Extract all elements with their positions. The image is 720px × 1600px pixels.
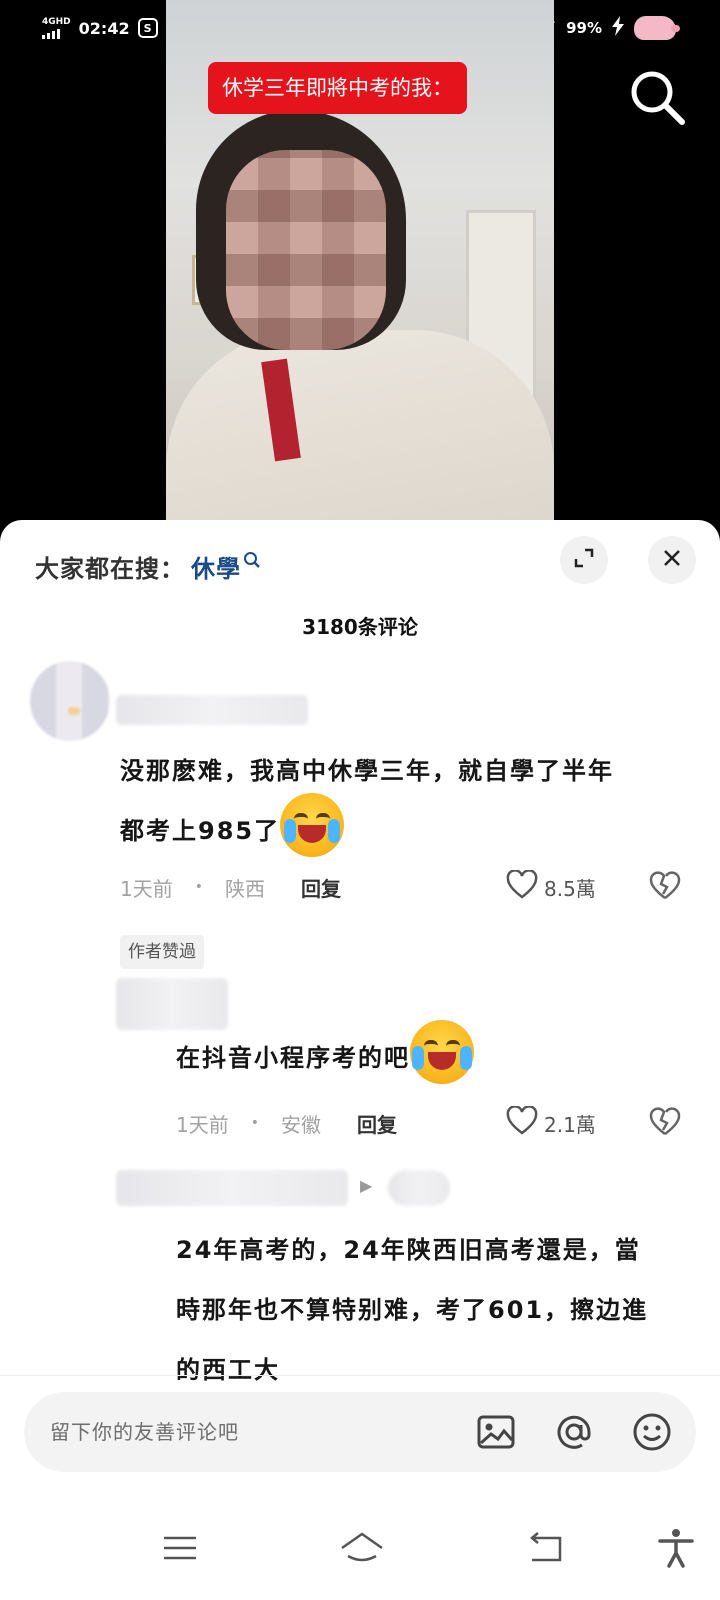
laughing-tears-emoji <box>410 1020 474 1084</box>
mention-icon[interactable] <box>552 1410 596 1454</box>
expand-button[interactable] <box>560 536 608 584</box>
comment-meta: 1天前 • 陕西 回复 <box>120 872 341 902</box>
reply-avatar-username-blurred[interactable] <box>116 978 228 1030</box>
hot-search[interactable]: 大家都在搜： 休學 <box>35 546 261 586</box>
network-type: 4GHD <box>42 16 71 27</box>
comment-count: 3180条评论 <box>302 615 418 639</box>
emoji-icon[interactable] <box>630 1410 674 1454</box>
comment-input-placeholder: 留下你的友善评论吧 <box>50 1420 239 1444</box>
like-button[interactable]: 8.5萬 <box>506 868 596 905</box>
search-small-icon <box>243 547 261 568</box>
comments-panel: 大家都在搜： 休學 3180条评论 没那麽难，我高中休學三年，就自學了半年 都考… <box>0 520 720 1600</box>
close-button[interactable] <box>648 536 696 584</box>
hot-search-label: 大家都在搜： <box>35 554 185 583</box>
like-count: 8.5萬 <box>544 876 596 901</box>
menu-icon[interactable] <box>158 1526 202 1570</box>
reply-target-blurred[interactable] <box>388 1170 450 1206</box>
comment-input[interactable]: 留下你的友善评论吧 <box>24 1392 696 1472</box>
video-person-shirt <box>166 330 554 520</box>
comment-text: 在抖音小程序考的吧 <box>176 1020 474 1088</box>
back-icon[interactable] <box>524 1526 568 1570</box>
dislike-icon[interactable] <box>648 1106 682 1140</box>
comment-text: 没那麽难，我高中休學三年，就自學了半年 都考上985了 <box>120 741 614 861</box>
charging-icon <box>612 16 624 40</box>
comment-meta: 1天前 • 安徽 回复 <box>176 1108 397 1138</box>
image-icon[interactable] <box>474 1410 518 1454</box>
battery-percent: 99% <box>566 19 602 37</box>
clock: 02:42 <box>78 18 130 38</box>
close-icon <box>661 547 683 573</box>
reply-arrow-icon: ▶ <box>360 1176 373 1195</box>
reply-button[interactable]: 回复 <box>301 873 341 902</box>
pixelated-face <box>226 150 386 350</box>
pig-icon <box>634 16 680 40</box>
video-caption: 休学三年即將中考的我： <box>208 62 467 114</box>
comment-text: 24年高考的，24年陕西旧高考還是，當 時那年也不算特别难，考了601，擦边進 … <box>176 1236 649 1384</box>
dislike-icon[interactable] <box>648 870 682 904</box>
like-count: 2.1萬 <box>544 1112 596 1137</box>
search-icon[interactable] <box>626 66 690 130</box>
reply-button[interactable]: 回复 <box>357 1109 397 1138</box>
laughing-crying-emoji <box>280 793 345 857</box>
signal-icon: 4GHD <box>42 16 71 39</box>
author-liked-badge: 作者赞過 <box>120 935 204 969</box>
navigation-bar <box>0 1500 720 1600</box>
heart-icon <box>506 868 538 905</box>
username-blurred[interactable] <box>116 695 308 725</box>
avatar[interactable] <box>30 661 110 741</box>
s-icon: S <box>137 18 158 38</box>
home-icon[interactable] <box>338 1526 383 1570</box>
heart-icon <box>506 1104 538 1141</box>
hot-search-term[interactable]: 休學 <box>191 549 241 584</box>
like-button[interactable]: 2.1萬 <box>506 1104 596 1141</box>
accessibility-icon[interactable] <box>654 1526 698 1570</box>
reply-username-blurred[interactable] <box>116 1170 348 1206</box>
expand-icon <box>573 547 595 573</box>
